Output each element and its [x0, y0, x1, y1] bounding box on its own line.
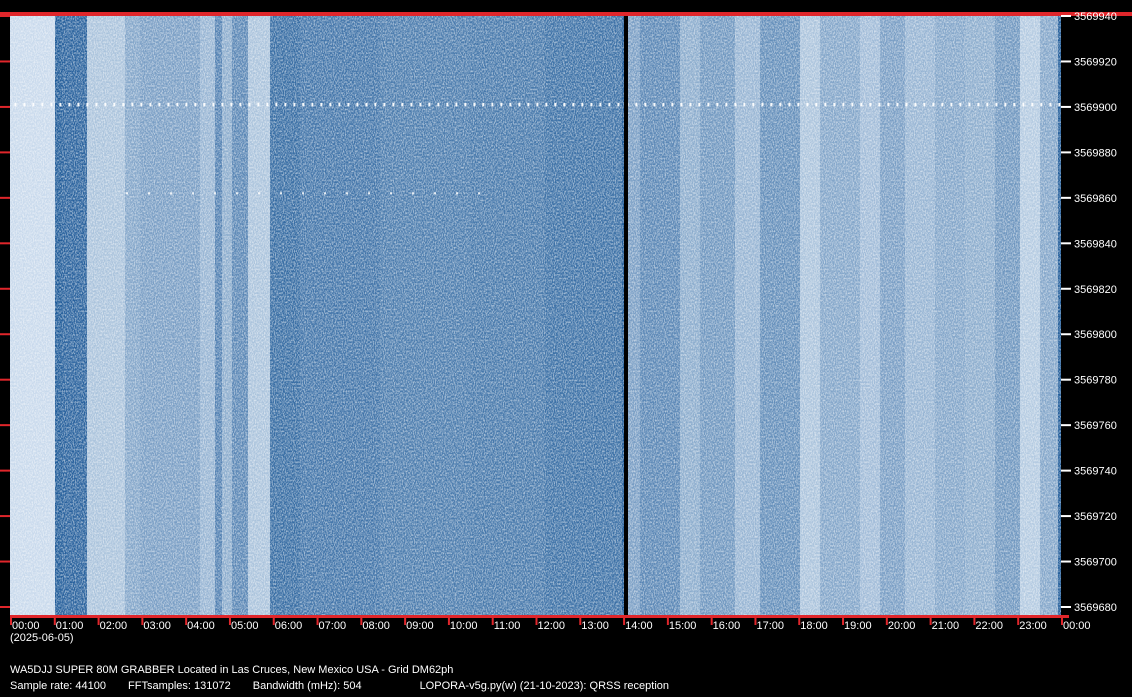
- sample-rate: Sample rate: 44100: [10, 680, 107, 692]
- freq-tick: [1061, 242, 1071, 245]
- waterfall-display: 3569940 3569920 3569900 3569880 3569860 35698…: [0, 0, 1132, 697]
- time-label: 21:00: [932, 620, 960, 632]
- freq-label: 3569940: [1074, 11, 1117, 23]
- freq-tick: [1061, 287, 1071, 290]
- grabber-title: WA5DJJ SUPER 80M GRABBER Located in Las …: [10, 664, 454, 676]
- freq-tick: [1061, 469, 1071, 472]
- top-red-marker: [0, 12, 1132, 16]
- freq-tick: [1061, 424, 1071, 427]
- time-label: 04:00: [187, 620, 215, 632]
- freq-label: 3569900: [1074, 102, 1117, 114]
- freq-tick: [1061, 333, 1071, 336]
- date-label: (2025-06-05): [10, 632, 74, 644]
- time-label: 14:00: [625, 620, 653, 632]
- freq-label: 3569700: [1074, 557, 1117, 569]
- time-label: 19:00: [844, 620, 872, 632]
- time-label: 06:00: [275, 620, 303, 632]
- left-red-tick: [0, 606, 10, 608]
- time-label: 10:00: [450, 620, 478, 632]
- time-label: 07:00: [319, 620, 347, 632]
- time-label: 03:00: [143, 620, 171, 632]
- freq-label: 3569680: [1074, 602, 1117, 614]
- time-label: 23:00: [1019, 620, 1047, 632]
- time-label: 08:00: [362, 620, 390, 632]
- freq-label: 3569860: [1074, 193, 1117, 205]
- freq-tick: [1061, 105, 1071, 108]
- time-label: 13:00: [581, 620, 609, 632]
- left-red-tick: [0, 424, 10, 427]
- software-version: LOPORA-v5g.py(w) (21-10-2023): QRSS rece…: [419, 680, 669, 692]
- freq-tick: [1061, 60, 1071, 63]
- left-red-tick: [0, 515, 10, 518]
- freq-tick: [1061, 15, 1071, 17]
- freq-tick: [1061, 560, 1071, 563]
- freq-tick: [1061, 151, 1071, 154]
- freq-label: 3569720: [1074, 511, 1117, 523]
- time-label: 00:00: [1063, 620, 1091, 632]
- time-label: 09:00: [406, 620, 434, 632]
- left-red-tick: [0, 196, 10, 199]
- left-red-tick: [0, 151, 10, 154]
- freq-label: 3569780: [1074, 375, 1117, 387]
- left-red-tick: [0, 333, 10, 336]
- time-label: 05:00: [231, 620, 259, 632]
- freq-label: 3569880: [1074, 147, 1117, 159]
- time-label: 01:00: [56, 620, 84, 632]
- freq-label: 3569840: [1074, 238, 1117, 250]
- time-gap-divider: [624, 16, 628, 615]
- time-label: 12:00: [538, 620, 566, 632]
- fft-samples: FFTsamples: 131072: [128, 680, 231, 692]
- freq-tick: [1061, 378, 1071, 381]
- time-label: 22:00: [975, 620, 1003, 632]
- freq-label: 3569920: [1074, 56, 1117, 68]
- time-label: 20:00: [888, 620, 916, 632]
- left-red-tick: [0, 60, 10, 63]
- time-label: 02:00: [100, 620, 128, 632]
- time-label: 18:00: [800, 620, 828, 632]
- left-red-tick: [0, 469, 10, 472]
- freq-label: 3569820: [1074, 284, 1117, 296]
- left-red-tick: [0, 378, 10, 381]
- freq-tick: [1061, 196, 1071, 199]
- left-red-tick: [0, 105, 10, 108]
- freq-label: 3569740: [1074, 466, 1117, 478]
- time-label: 16:00: [713, 620, 741, 632]
- time-label: 00:00: [12, 620, 40, 632]
- freq-tick: [1061, 515, 1071, 518]
- info-line: Sample rate: 44100 FFTsamples: 131072 Band…: [10, 680, 1120, 692]
- freq-label: 3569800: [1074, 329, 1117, 341]
- left-red-tick: [0, 242, 10, 245]
- time-label: 11:00: [494, 620, 521, 632]
- bandwidth: Bandwidth (mHz): 504: [252, 680, 362, 692]
- freq-label: 3569760: [1074, 420, 1117, 432]
- time-label: 17:00: [756, 620, 784, 632]
- left-red-tick: [0, 560, 10, 563]
- left-red-tick: [0, 287, 10, 290]
- left-red-tick: [0, 15, 10, 17]
- freq-tick: [1061, 606, 1071, 608]
- time-label: 15:00: [669, 620, 697, 632]
- bottom-red-bar: [10, 615, 1069, 618]
